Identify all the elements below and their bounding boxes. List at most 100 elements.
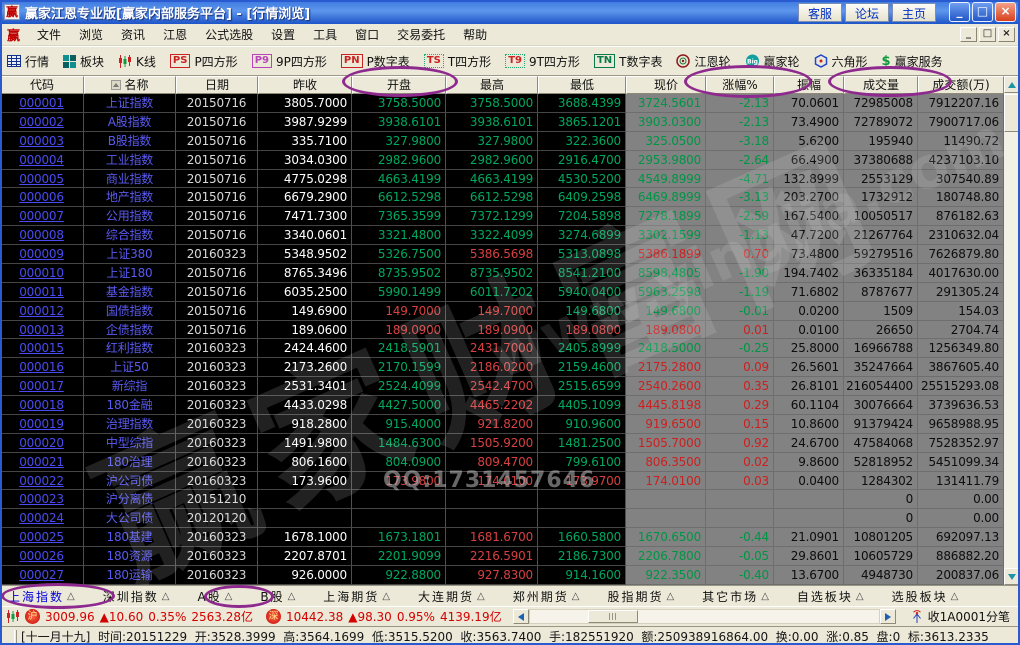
toolbar-button-1[interactable]: 板块 <box>63 53 104 70</box>
cell-code[interactable]: 000021 <box>0 453 84 472</box>
cell-code[interactable]: 000010 <box>0 264 84 283</box>
toolbar-button-5[interactable]: PNP数字表 <box>341 53 410 70</box>
cell-code[interactable]: 000025 <box>0 528 84 547</box>
menu-item-2[interactable]: 资讯 <box>112 24 154 45</box>
toolbar-button-7[interactable]: T99T四方形 <box>505 53 580 70</box>
market-tab-6[interactable]: 郑州期货△ <box>513 588 580 605</box>
column-header-code[interactable]: 代码 <box>0 76 84 94</box>
table-row[interactable]: 000019治理指数20160323918.2800915.4000921.82… <box>0 415 1004 434</box>
menu-item-4[interactable]: 公式选股 <box>196 24 262 45</box>
cell-code[interactable]: 000026 <box>0 547 84 566</box>
menu-item-9[interactable]: 帮助 <box>454 24 496 45</box>
table-row[interactable]: 000002A股指数201507163987.92993938.61013938… <box>0 113 1004 132</box>
cell-code[interactable]: 000017 <box>0 377 84 396</box>
menu-item-1[interactable]: 浏览 <box>70 24 112 45</box>
table-row[interactable]: 000021180治理20160323806.1600804.0900809.4… <box>0 453 1004 472</box>
market-tab-1[interactable]: 深圳指数△ <box>103 588 170 605</box>
market-tab-0[interactable]: 上海指数△ <box>8 588 75 605</box>
toolbar-button-11[interactable]: 六角形 <box>814 53 868 70</box>
toolbar-button-8[interactable]: TNT数字表 <box>594 53 663 70</box>
scrollbar-thumb[interactable] <box>1004 94 1020 132</box>
table-row[interactable]: 000013企债指数20150716189.0600189.0900189.09… <box>0 321 1004 340</box>
titlebar-button-2[interactable]: 主页 <box>892 3 936 22</box>
cell-code[interactable]: 000018 <box>0 396 84 415</box>
cell-code[interactable]: 000020 <box>0 434 84 453</box>
horizontal-scrollbar[interactable] <box>513 609 896 624</box>
cell-code[interactable]: 000006 <box>0 188 84 207</box>
cell-code[interactable]: 000011 <box>0 283 84 302</box>
table-row[interactable]: 000010上证180201507168765.34968735.9502873… <box>0 264 1004 283</box>
scrollbar-track[interactable] <box>529 609 880 624</box>
column-header-prev[interactable]: 昨收 <box>258 76 352 94</box>
window-close-button[interactable]: × <box>995 2 1016 22</box>
table-row[interactable]: 000008综合指数201507163340.06013321.48003322… <box>0 226 1004 245</box>
column-header-amount[interactable]: 成交额(万) <box>918 76 1004 94</box>
market-tab-8[interactable]: 其它市场△ <box>702 588 769 605</box>
toolbar-button-3[interactable]: PSP四方形 <box>170 53 238 70</box>
table-row[interactable]: 000018180金融201603234433.02984427.5000446… <box>0 396 1004 415</box>
cell-code[interactable]: 000009 <box>0 245 84 264</box>
market-tab-5[interactable]: 大连期货△ <box>418 588 485 605</box>
scrollbar-thumb[interactable] <box>588 610 638 623</box>
cell-code[interactable]: 000019 <box>0 415 84 434</box>
market-tab-3[interactable]: B股△ <box>260 588 295 605</box>
toolbar-button-6[interactable]: TST四方形 <box>424 53 491 70</box>
window-minimize-button[interactable]: _ <box>949 2 970 22</box>
table-row[interactable]: 000022沪公司债20160323173.9600173.9800174.01… <box>0 472 1004 491</box>
menu-item-8[interactable]: 交易委托 <box>388 24 454 45</box>
toolbar-button-12[interactable]: $赢家服务 <box>882 53 943 70</box>
cell-code[interactable]: 000013 <box>0 321 84 340</box>
toolbar-button-0[interactable]: 行情 <box>7 53 49 70</box>
menu-item-7[interactable]: 窗口 <box>346 24 388 45</box>
mdi-minimize-button[interactable]: _ <box>960 27 977 42</box>
column-header-pct[interactable]: 涨幅% <box>706 76 774 94</box>
scroll-up-button[interactable] <box>1004 76 1020 93</box>
market-tab-9[interactable]: 自选板块△ <box>797 588 864 605</box>
table-row[interactable]: 000015红利指数201603232424.46002418.59012431… <box>0 339 1004 358</box>
cell-code[interactable]: 000001 <box>0 94 84 113</box>
menu-item-3[interactable]: 江恩 <box>154 24 196 45</box>
cell-code[interactable]: 000022 <box>0 472 84 491</box>
mdi-close-button[interactable]: × <box>998 27 1015 42</box>
menu-item-5[interactable]: 设置 <box>262 24 304 45</box>
window-maximize-button[interactable]: □ <box>972 2 993 22</box>
table-row[interactable]: 000026180资源201603232207.87012201.9099221… <box>0 547 1004 566</box>
cell-code[interactable]: 000007 <box>0 207 84 226</box>
column-header-low[interactable]: 最低 <box>538 76 626 94</box>
cell-code[interactable]: 000016 <box>0 358 84 377</box>
table-row[interactable]: 000007公用指数201507167471.73007365.35997372… <box>0 207 1004 226</box>
column-header-date[interactable]: 日期 <box>176 76 258 94</box>
table-row[interactable]: 000004工业指数201507163034.03002982.96002982… <box>0 151 1004 170</box>
table-row[interactable]: 000023沪分离债2015121000.00 <box>0 490 1004 509</box>
titlebar-button-0[interactable]: 客服 <box>798 3 842 22</box>
menu-item-6[interactable]: 工具 <box>304 24 346 45</box>
market-tab-4[interactable]: 上海期货△ <box>323 588 390 605</box>
cell-code[interactable]: 000027 <box>0 566 84 585</box>
table-row[interactable]: 000016上证50201603232173.26002170.15992186… <box>0 358 1004 377</box>
toolbar-button-9[interactable]: 江恩轮 <box>676 53 730 70</box>
table-row[interactable]: 000005商业指数201507164775.02984663.41994663… <box>0 170 1004 189</box>
table-row[interactable]: 000017新综指201603232531.34012524.40992542.… <box>0 377 1004 396</box>
table-row[interactable]: 000003B股指数20150716335.7100327.9800327.98… <box>0 132 1004 151</box>
table-row[interactable]: 000001上证指数201507163805.70003758.50003758… <box>0 94 1004 113</box>
market-tab-7[interactable]: 股指期货△ <box>607 588 674 605</box>
toolbar-button-10[interactable]: Big赢家轮 <box>745 53 800 70</box>
toolbar-button-2[interactable]: K线 <box>118 53 156 70</box>
market-tab-10[interactable]: 选股板块△ <box>892 588 959 605</box>
mdi-restore-button[interactable]: □ <box>979 27 996 42</box>
scroll-left-button[interactable] <box>513 609 529 624</box>
vertical-scrollbar[interactable] <box>1004 76 1020 585</box>
column-header-open[interactable]: 开盘 <box>352 76 446 94</box>
table-row[interactable]: 000027180运输20160323926.0000922.8800927.8… <box>0 566 1004 585</box>
table-row[interactable]: 000024大公司债2012012000.00 <box>0 509 1004 528</box>
cell-code[interactable]: 000015 <box>0 339 84 358</box>
column-header-name[interactable]: 名称 <box>84 76 176 94</box>
cell-code[interactable]: 000023 <box>0 490 84 509</box>
cell-code[interactable]: 000008 <box>0 226 84 245</box>
cell-code[interactable]: 000002 <box>0 113 84 132</box>
cell-code[interactable]: 000024 <box>0 509 84 528</box>
cell-code[interactable]: 000004 <box>0 151 84 170</box>
titlebar-button-1[interactable]: 论坛 <box>845 3 889 22</box>
table-row[interactable]: 000020中型综指201603231491.98001484.63001505… <box>0 434 1004 453</box>
table-row[interactable]: 000006地产指数201507166679.29006612.52986612… <box>0 188 1004 207</box>
